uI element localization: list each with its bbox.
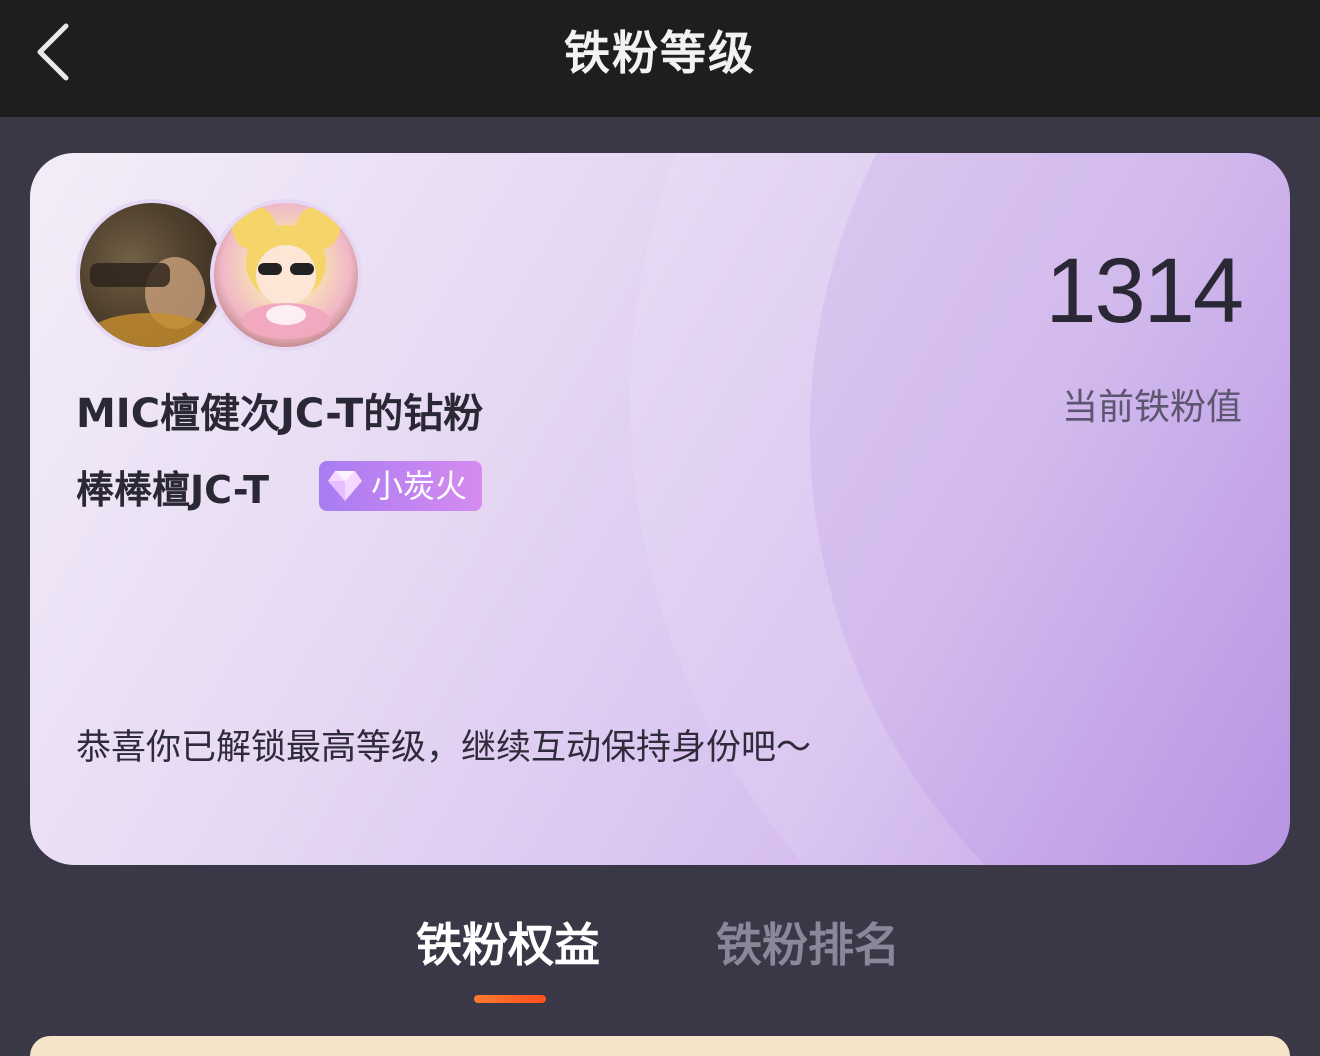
badge-label: 小炭火 xyxy=(371,467,468,505)
avatar-illustration xyxy=(232,206,340,339)
diamond-icon xyxy=(328,471,362,501)
tab-fan-ranking[interactable]: 铁粉排名 xyxy=(716,915,900,975)
avatar[interactable] xyxy=(210,199,362,351)
content-panel-top xyxy=(30,1036,1290,1056)
page-title: 铁粉等级 xyxy=(564,26,756,80)
fan-value: 1314 xyxy=(1045,240,1244,342)
avatar-photo xyxy=(80,203,224,347)
top-bar: 铁粉等级 xyxy=(0,0,1320,117)
fan-value-label: 当前铁粉值 xyxy=(1061,387,1242,428)
tab-fan-benefits[interactable]: 铁粉权益 xyxy=(416,915,600,975)
username: 棒棒檀JC-T xyxy=(76,468,270,512)
congrats-message: 恭喜你已解锁最高等级，继续互动保持身份吧～ xyxy=(76,728,812,768)
fan-level-card: MIC檀健次JC-T的钻粉 棒棒檀JC-T 小炭火 1314 当前铁粉值 恭喜你… xyxy=(30,153,1290,865)
active-tab-indicator xyxy=(474,995,546,1003)
fan-title: MIC檀健次JC-T的钻粉 xyxy=(76,391,484,437)
avatar[interactable] xyxy=(76,199,228,351)
fan-level-badge: 小炭火 xyxy=(319,461,482,511)
